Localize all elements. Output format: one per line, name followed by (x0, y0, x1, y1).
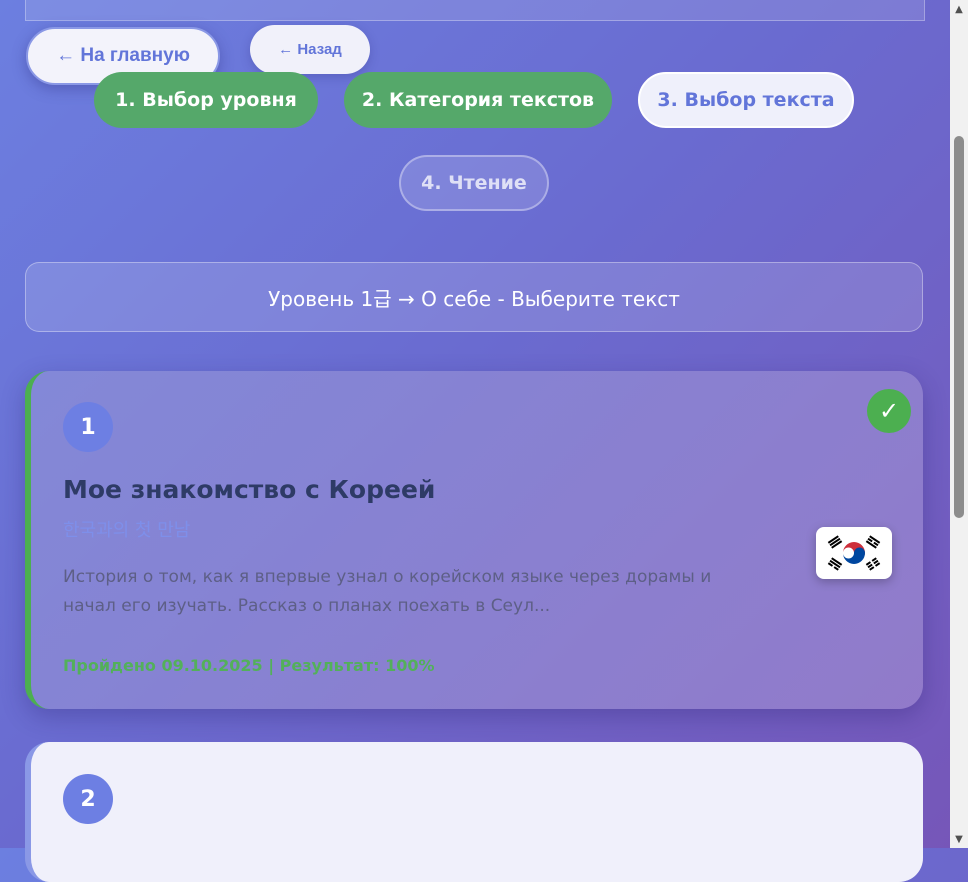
text-number-badge: 1 (63, 402, 113, 452)
text-korean-title: 한국과의 첫 만남 (63, 520, 191, 541)
vertical-scrollbar[interactable]: ▲ ▼ (950, 0, 968, 848)
header-panel (25, 0, 925, 21)
text-number-badge: 2 (63, 774, 113, 824)
step-level-select[interactable]: 1. Выбор уровня (94, 72, 318, 128)
text-description: История о том, как я впервые узнал о кор… (63, 567, 712, 616)
text-result: Пройдено 09.10.2025 | Результат: 100% (63, 656, 435, 675)
scroll-up-arrow-icon[interactable]: ▲ (950, 0, 968, 18)
step-category[interactable]: 2. Категория текстов (344, 72, 612, 128)
breadcrumb: Уровень 1급 → О себе - Выберите текст (25, 262, 923, 332)
step-reading[interactable]: 4. Чтение (399, 155, 549, 211)
text-card[interactable]: 1 ✓ Мое знакомство с Кореей 한국과의 첫 만남 Ис… (25, 371, 923, 709)
step-text-select[interactable]: 3. Выбор текста (638, 72, 854, 128)
back-button[interactable]: ← Назад (250, 25, 370, 74)
text-card[interactable]: 2 (25, 742, 923, 882)
south-korea-flag-icon (816, 527, 892, 579)
scroll-down-arrow-icon[interactable]: ▼ (950, 830, 968, 848)
scrollbar-thumb[interactable] (954, 136, 964, 518)
check-icon: ✓ (867, 389, 911, 433)
text-title: Мое знакомство с Кореей (63, 475, 436, 504)
